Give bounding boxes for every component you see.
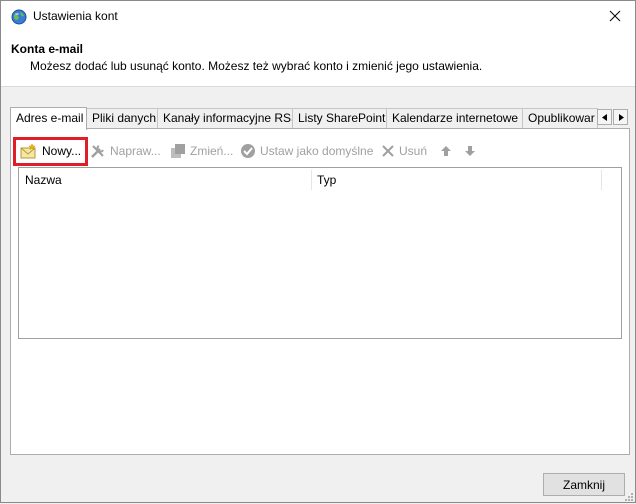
change-button[interactable]: Zmień... <box>170 139 233 163</box>
close-button[interactable]: Zamknij <box>543 473 625 496</box>
repair-label: Napraw... <box>110 144 161 158</box>
tab-data-files[interactable]: Pliki danych <box>86 108 158 129</box>
repair-button[interactable]: Napraw... <box>90 139 161 163</box>
close-icon <box>609 10 621 22</box>
window-title: Ustawienia kont <box>33 9 118 23</box>
accounts-list[interactable]: Nazwa Typ <box>18 167 622 339</box>
new-account-label: Nowy... <box>42 144 82 158</box>
title-bar: Ustawienia kont <box>1 1 635 32</box>
change-settings-icon <box>171 144 185 158</box>
checkmark-icon <box>241 144 255 158</box>
move-up-button[interactable] <box>440 139 452 163</box>
list-header: Nazwa Typ <box>19 168 621 192</box>
remove-label: Usuń <box>399 144 428 158</box>
column-header-name[interactable]: Nazwa <box>19 168 311 192</box>
globe-icon <box>11 9 27 25</box>
set-default-button[interactable]: Ustaw jako domyślne <box>240 139 373 163</box>
arrow-up-icon <box>441 146 451 156</box>
tab-email[interactable]: Adres e-mail <box>10 107 87 130</box>
change-label: Zmień... <box>190 144 234 158</box>
set-default-label: Ustaw jako domyślne <box>260 144 374 158</box>
column-header-type[interactable]: Typ <box>311 168 601 192</box>
section-description: Możesz dodać lub usunąć konto. Możesz te… <box>30 59 483 73</box>
header-band: Konta e-mail Możesz dodać lub usunąć kon… <box>1 32 635 87</box>
triangle-right-icon <box>618 113 624 121</box>
account-toolbar: Nowy... Napraw... Zmień... Ustaw jako do… <box>11 137 629 166</box>
tab-internet-calendars[interactable]: Kalendarze internetowe <box>386 108 523 129</box>
new-account-button[interactable]: Nowy... <box>20 139 81 163</box>
remove-x-icon <box>382 145 394 157</box>
new-email-account-icon <box>20 143 36 159</box>
account-settings-window: Ustawienia kont Konta e-mail Możesz doda… <box>0 0 636 503</box>
tab-sharepoint-lists[interactable]: Listy SharePoint <box>292 108 387 129</box>
arrow-down-icon <box>465 146 475 156</box>
tab-published-calendars[interactable]: Opublikowar <box>522 108 598 129</box>
tab-rss-feeds[interactable]: Kanały informacyjne RSS <box>157 108 299 129</box>
close-window-button[interactable] <box>595 1 635 31</box>
column-divider[interactable] <box>601 170 602 190</box>
section-title: Konta e-mail <box>11 42 84 56</box>
tab-scroll-right-button[interactable] <box>613 109 628 125</box>
tab-strip: Adres e-mail Pliki danych Kanały informa… <box>10 107 630 130</box>
move-down-button[interactable] <box>464 139 476 163</box>
remove-button[interactable]: Usuń <box>381 139 427 163</box>
resize-grip-icon[interactable] <box>623 490 633 501</box>
email-tab-panel: Nowy... Napraw... Zmień... Ustaw jako do… <box>10 128 630 455</box>
tab-scroll-left-button[interactable] <box>597 109 612 125</box>
tools-icon <box>91 145 104 158</box>
triangle-left-icon <box>601 113 607 121</box>
